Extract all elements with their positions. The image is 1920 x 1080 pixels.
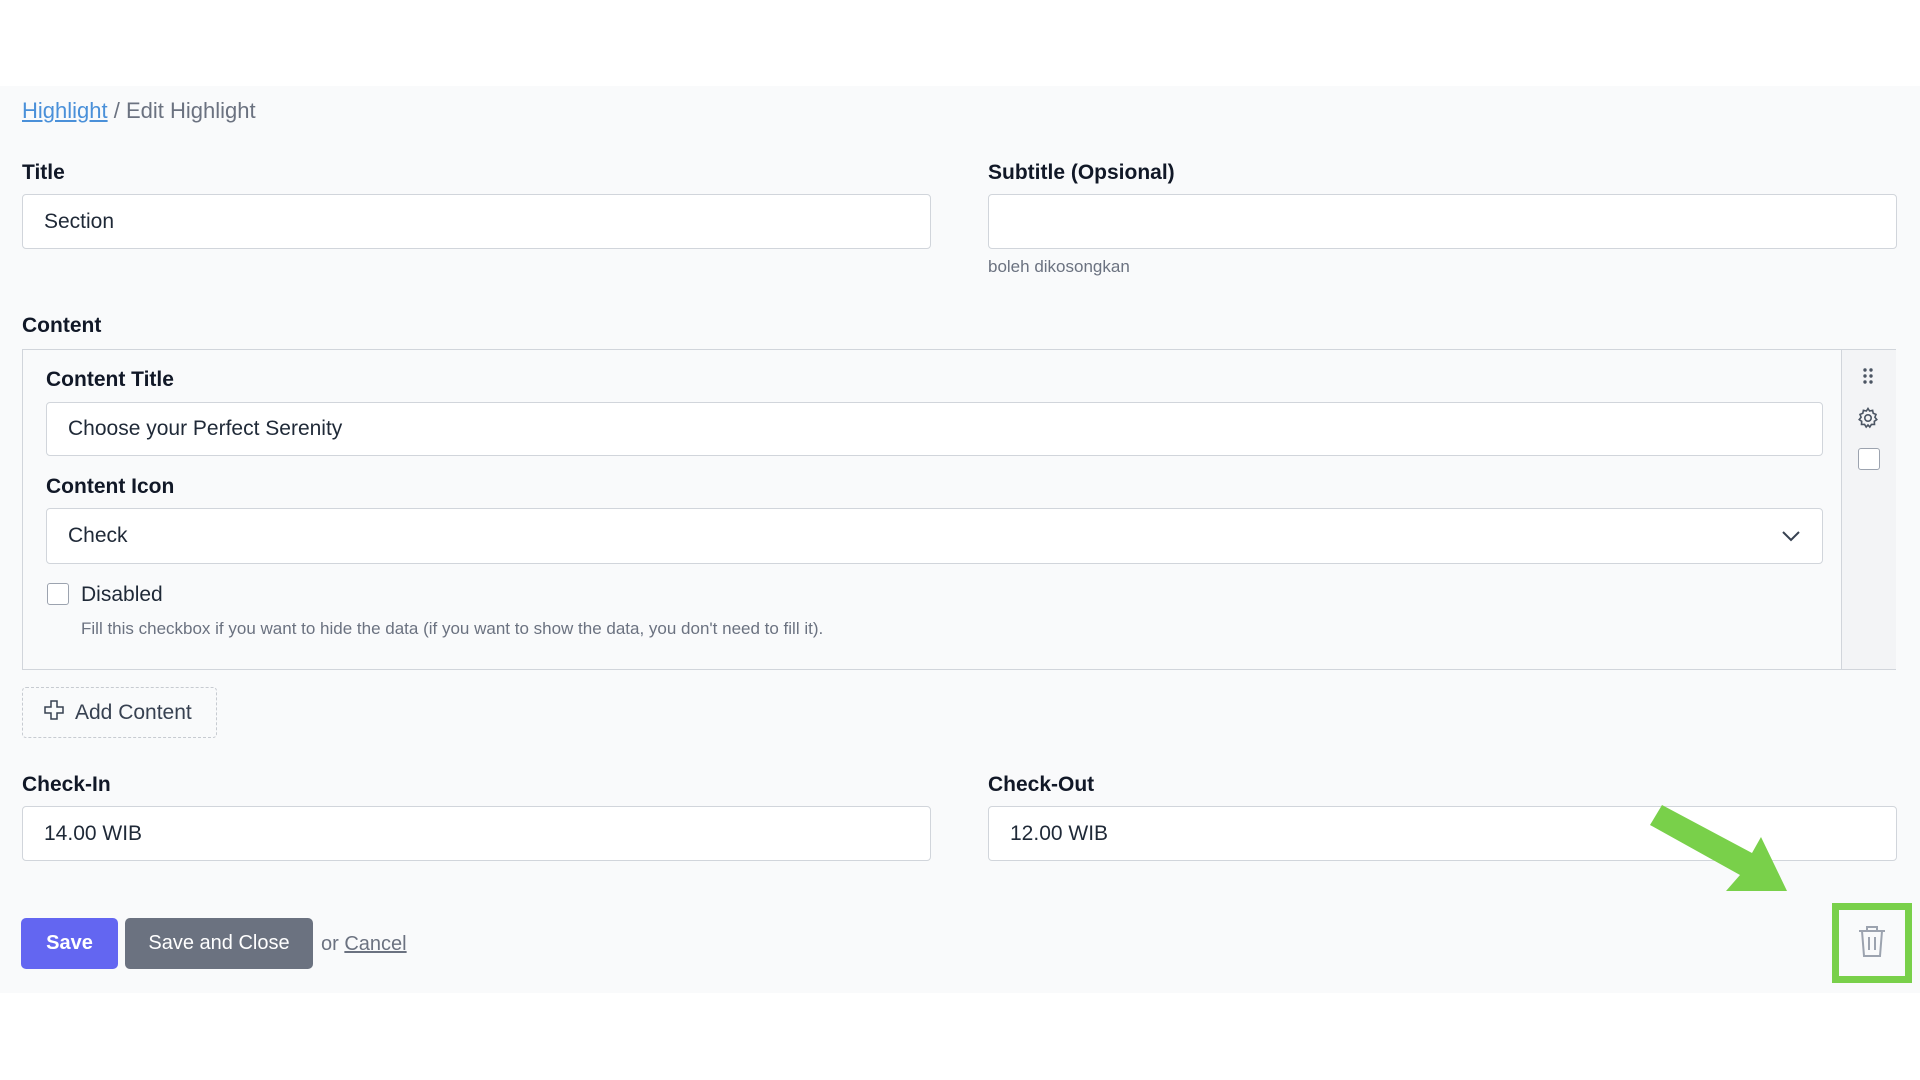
or-text: or [321,933,339,955]
save-button[interactable]: Save [21,918,118,969]
content-title-input[interactable]: Choose your Perfect Serenity [46,402,1823,456]
content-title-label: Content Title [46,368,174,391]
title-label: Title [22,161,65,184]
disabled-checkbox[interactable] [47,583,69,605]
subtitle-label: Subtitle (Opsional) [988,161,1175,184]
add-content-button[interactable]: Add Content [22,687,217,738]
check-in-input[interactable]: 14.00 WIB [22,806,931,861]
cancel-group: or Cancel [321,933,407,956]
title-input-value: Section [44,209,115,233]
breadcrumb: Highlight / Edit Highlight [22,98,256,124]
select-checkbox[interactable] [1858,448,1880,470]
annotation-arrow-icon [1650,805,1787,891]
content-title-value: Choose your Perfect Serenity [68,417,343,440]
trash-icon [1856,923,1888,964]
breadcrumb-current: Edit Highlight [125,98,256,123]
title-input[interactable]: Section [22,194,931,249]
disabled-hint: Fill this checkbox if you want to hide t… [81,619,824,638]
check-out-value: 12.00 WIB [1010,821,1109,845]
plus-icon [43,699,65,727]
disabled-label: Disabled [81,583,163,606]
delete-button[interactable] [1832,903,1912,983]
check-in-label: Check-In [22,773,111,796]
cancel-link[interactable]: Cancel [344,933,406,955]
chevron-down-icon [1781,524,1801,548]
breadcrumb-link-highlight[interactable]: Highlight [22,98,108,123]
breadcrumb-separator: / [113,98,120,123]
check-in-value: 14.00 WIB [44,821,143,845]
save-and-close-button[interactable]: Save and Close [125,918,313,969]
add-content-label: Add Content [75,700,192,724]
subtitle-hint: boleh dikosongkan [988,257,1130,276]
drag-handle-icon[interactable] [1858,366,1878,391]
content-item-toolbar [1841,350,1896,669]
check-out-label: Check-Out [988,773,1095,796]
content-icon-label: Content Icon [46,475,175,498]
gear-icon[interactable] [1856,406,1880,435]
content-icon-select[interactable]: Check [46,508,1823,564]
subtitle-input[interactable] [988,194,1897,249]
content-label: Content [22,314,102,337]
content-icon-selected: Check [68,524,128,547]
